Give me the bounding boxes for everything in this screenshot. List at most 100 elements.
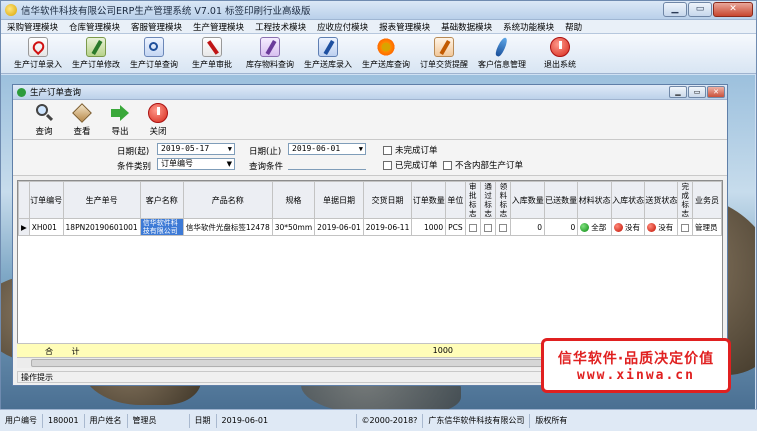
main-toolbar: 生产订单录入 生产订单修改 生产订单查询 生产单审批 库存物料查询 生产送库录入… xyxy=(1,34,756,74)
scroll-thumb[interactable] xyxy=(31,359,551,367)
maximize-button[interactable]: ▭ xyxy=(688,2,712,17)
exit-system-button[interactable]: 退出系统 xyxy=(531,34,589,72)
menu-production[interactable]: 生产管理模块 xyxy=(193,21,244,33)
cell-order-no[interactable]: XH001 xyxy=(28,218,64,236)
cell-prod-no[interactable]: 18PN20190601001 xyxy=(62,218,141,236)
status-date: 2019-06-01 xyxy=(217,413,357,428)
col-header[interactable]: 材料状态 xyxy=(577,181,612,219)
menu-help[interactable]: 帮助 xyxy=(565,21,582,33)
cell-in-qty[interactable]: 0 xyxy=(510,218,545,236)
customer-info-button[interactable]: 客户信息管理 xyxy=(473,34,531,72)
export-arrow-icon xyxy=(110,103,130,123)
edit-document-icon xyxy=(86,37,106,57)
col-header[interactable]: 单位 xyxy=(445,181,466,219)
checkbox xyxy=(383,160,392,170)
inventory-query-button[interactable]: 库存物料查询 xyxy=(241,34,299,72)
child-close-button[interactable]: ✕ xyxy=(707,86,725,98)
order-query-button[interactable]: 生产订单查询 xyxy=(125,34,183,72)
stock-entry-button[interactable]: 生产送库录入 xyxy=(299,34,357,72)
col-header[interactable]: 客户名称 xyxy=(139,181,184,219)
order-entry-button[interactable]: 生产订单录入 xyxy=(9,34,67,72)
status-red-icon xyxy=(613,223,623,232)
col-header[interactable]: 送货状态 xyxy=(644,181,679,219)
query-button[interactable]: 查询 xyxy=(25,100,63,138)
dropdown-arrow-icon: ▼ xyxy=(358,145,363,153)
chk-unfinished[interactable]: 未完成订单 xyxy=(383,144,438,156)
cell-spec[interactable]: 30*50mm xyxy=(271,218,316,236)
cond-type-select[interactable]: 订单编号 ▼ xyxy=(157,158,235,170)
child-restore-button[interactable]: ▭ xyxy=(688,86,706,98)
stock-query-button[interactable]: 生产送库查询 xyxy=(357,34,415,72)
col-header[interactable]: 入库数量 xyxy=(510,181,545,219)
menu-reports[interactable]: 报表管理模块 xyxy=(379,21,430,33)
cell-material-status[interactable]: 全部 xyxy=(577,218,612,236)
cell-in-status[interactable]: 没有 xyxy=(610,218,646,236)
minimize-button[interactable]: ▁ xyxy=(663,2,687,17)
close-button[interactable]: ✕ xyxy=(713,2,753,17)
status-copyright-years: ©2000-2018? xyxy=(357,413,424,428)
col-header[interactable]: 已送数量 xyxy=(543,181,579,219)
cell-delivery-date[interactable]: 2019-06-11 xyxy=(362,218,413,236)
cell-done-flag[interactable] xyxy=(677,218,693,236)
status-date-label: 日期 xyxy=(190,413,217,428)
cell-salesman[interactable]: 管理员 xyxy=(692,218,722,236)
child-title-bar[interactable]: 生产订单查询 ▁ ▭ ✕ xyxy=(13,85,727,100)
date-from-label: 日期(起) xyxy=(117,147,150,157)
view-button[interactable]: 查看 xyxy=(63,100,101,138)
cell-pass-flag[interactable] xyxy=(479,218,497,236)
cell-pick-flag[interactable] xyxy=(495,218,512,236)
menu-service[interactable]: 客服管理模块 xyxy=(131,21,182,33)
cell-ship-status[interactable]: 没有 xyxy=(644,218,679,236)
menu-engineering[interactable]: 工程技术模块 xyxy=(255,21,306,33)
col-header[interactable]: 通过标志 xyxy=(479,181,497,219)
status-user-id: 180001 xyxy=(43,413,85,428)
query-cond-input[interactable] xyxy=(288,158,366,170)
menu-receivable[interactable]: 应收应付模块 xyxy=(317,21,368,33)
col-header[interactable]: 领料标志 xyxy=(495,181,512,219)
col-header[interactable]: 完成标志 xyxy=(677,181,693,219)
col-header[interactable]: 业务员 xyxy=(692,181,722,219)
title-bar[interactable]: 信华软件科技有限公司ERP生产管理系统 V7.01 标签印刷行业高级版 ▁ ▭ … xyxy=(1,1,756,20)
col-header[interactable]: 生产单号 xyxy=(62,181,141,219)
order-approve-button[interactable]: 生产单审批 xyxy=(183,34,241,72)
table-row[interactable]: ▶ XH001 18PN20190601001 信华软件科技有限公司 信华软件光… xyxy=(18,218,722,236)
col-header[interactable]: 审批标志 xyxy=(464,181,481,219)
col-header[interactable]: 订单数量 xyxy=(411,181,447,219)
window-status-icon xyxy=(17,87,26,97)
cell-approve-flag[interactable] xyxy=(464,218,481,236)
cell-product[interactable]: 信华软件光盘标签12478 xyxy=(182,218,273,236)
menu-warehouse[interactable]: 仓库管理模块 xyxy=(69,21,120,33)
col-header[interactable]: 规格 xyxy=(271,181,316,219)
menu-purchase[interactable]: 采购管理模块 xyxy=(7,21,58,33)
warehouse-entry-icon xyxy=(318,37,338,57)
close-button[interactable]: 关闭 xyxy=(139,100,177,138)
col-header[interactable]: 入库状态 xyxy=(610,181,646,219)
chk-finished[interactable]: 已完成订单 xyxy=(383,159,438,171)
status-bar: 用户编号 180001 用户姓名 管理员 日期 2019-06-01 ©2000… xyxy=(0,409,757,431)
delivery-reminder-button[interactable]: 订单交货提醒 xyxy=(415,34,473,72)
reminder-icon xyxy=(434,37,454,57)
export-button[interactable]: 导出 xyxy=(101,100,139,138)
status-user-name-label: 用户姓名 xyxy=(85,413,128,428)
menu-system[interactable]: 系统功能模块 xyxy=(503,21,554,33)
cell-customer[interactable]: 信华软件科技有限公司 xyxy=(139,218,184,236)
col-header[interactable]: 交货日期 xyxy=(362,181,413,219)
col-header[interactable]: 产品名称 xyxy=(182,181,273,219)
cell-sent-qty[interactable]: 0 xyxy=(543,218,579,236)
cell-doc-date[interactable]: 2019-06-01 xyxy=(314,218,364,236)
menu-bar: 采购管理模块 仓库管理模块 客服管理模块 生产管理模块 工程技术模块 应收应付模… xyxy=(1,20,756,34)
date-to-field[interactable]: 2019-06-01 ▼ xyxy=(288,143,366,155)
dropdown-arrow-icon: ▼ xyxy=(227,145,232,153)
col-header[interactable]: 订单编号 xyxy=(28,181,64,219)
date-from-field[interactable]: 2019-05-17 ▼ xyxy=(157,143,235,155)
menu-basedata[interactable]: 基础数据模块 xyxy=(441,21,492,33)
inventory-icon xyxy=(260,37,280,57)
order-edit-button[interactable]: 生产订单修改 xyxy=(67,34,125,72)
cell-qty[interactable]: 1000 xyxy=(411,218,447,236)
child-minimize-button[interactable]: ▁ xyxy=(669,86,687,98)
magnifier-icon xyxy=(34,103,54,123)
chk-no-internal[interactable]: 不含内部生产订单 xyxy=(443,159,523,171)
col-header[interactable]: 单据日期 xyxy=(314,181,364,219)
cell-unit[interactable]: PCS xyxy=(445,218,466,236)
checkbox xyxy=(499,223,508,232)
